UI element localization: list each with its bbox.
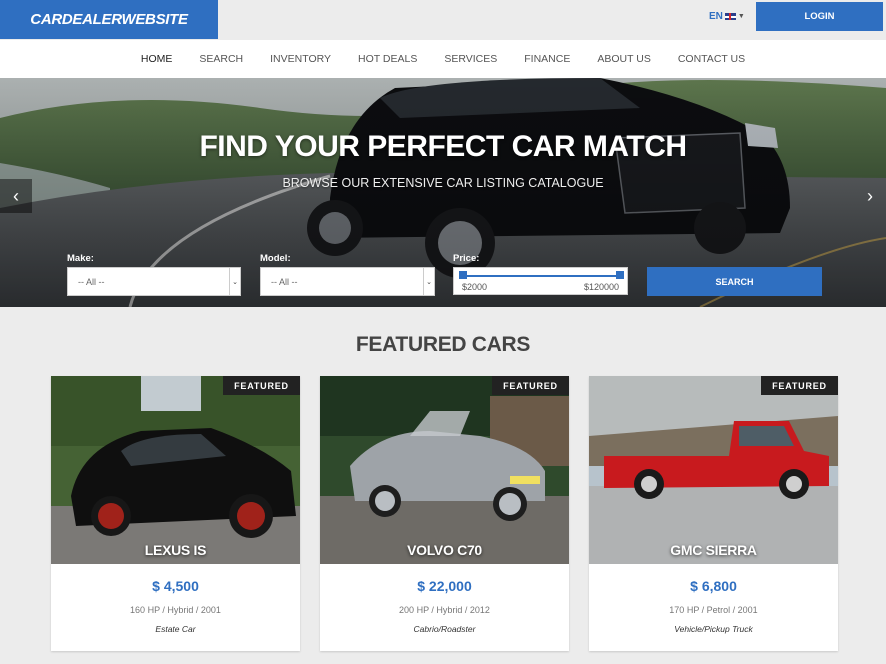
nav-search[interactable]: SEARCH bbox=[199, 53, 243, 65]
chevron-left-icon[interactable]: ‹ bbox=[0, 179, 32, 213]
nav-hot-deals[interactable]: HOT DEALS bbox=[358, 53, 417, 65]
featured-badge: FEATURED bbox=[492, 376, 569, 395]
main-nav: HOME SEARCH INVENTORY HOT DEALS SERVICES… bbox=[0, 40, 886, 78]
price-label: Price: bbox=[453, 253, 480, 264]
car-card-lexus[interactable]: FEATURED LEXUS IS $ 4,500 160 HP / Hybri… bbox=[51, 376, 300, 651]
featured-badge: FEATURED bbox=[223, 376, 300, 395]
hero-subtitle: BROWSE OUR EXTENSIVE CAR LISTING CATALOG… bbox=[282, 176, 604, 190]
nav-about-us[interactable]: ABOUT US bbox=[597, 53, 650, 65]
car-image[interactable]: FEATURED LEXUS IS bbox=[51, 376, 300, 564]
car-type: Cabrio/Roadster bbox=[413, 624, 476, 634]
car-photo bbox=[589, 376, 838, 564]
make-select[interactable]: -- All -- ⌄ bbox=[67, 267, 241, 296]
logo-text: CARDEALERWEBSITE bbox=[30, 11, 188, 28]
nav-finance[interactable]: FINANCE bbox=[524, 53, 570, 65]
car-image[interactable]: FEATURED GMC SIERRA bbox=[589, 376, 838, 564]
car-name: LEXUS IS bbox=[144, 542, 207, 558]
hero-slider: FIND YOUR PERFECT CAR MATCH BROWSE OUR E… bbox=[0, 78, 886, 307]
price-max-value: $120000 bbox=[583, 282, 619, 292]
language-selector[interactable]: EN ▼ bbox=[709, 11, 745, 22]
login-button[interactable]: LOGIN bbox=[756, 2, 883, 31]
car-image[interactable]: FEATURED VOLVO C70 bbox=[320, 376, 569, 564]
car-card-volvo[interactable]: FEATURED VOLVO C70 $ 22,000 200 HP / Hyb… bbox=[320, 376, 569, 651]
car-photo bbox=[320, 376, 569, 564]
car-specs: 200 HP / Hybrid / 2012 bbox=[399, 605, 490, 615]
site-logo[interactable]: CARDEALERWEBSITE bbox=[0, 0, 218, 39]
chevron-right-icon[interactable]: › bbox=[854, 179, 886, 213]
make-select-value: -- All -- bbox=[78, 276, 105, 287]
price-min-value: $2000 bbox=[462, 282, 488, 292]
model-select-value: -- All -- bbox=[271, 276, 298, 287]
car-specs: 160 HP / Hybrid / 2001 bbox=[130, 605, 221, 615]
car-name: VOLVO C70 bbox=[407, 542, 482, 558]
uk-flag-icon bbox=[724, 13, 736, 20]
car-photo bbox=[51, 376, 300, 564]
car-name: GMC SIERRA bbox=[670, 542, 757, 558]
model-select[interactable]: -- All -- ⌄ bbox=[260, 267, 435, 296]
car-price: $ 4,500 bbox=[152, 578, 199, 594]
make-label: Make: bbox=[67, 253, 94, 264]
caret-down-icon: ▼ bbox=[737, 13, 745, 20]
model-label: Model: bbox=[260, 253, 291, 264]
nav-home[interactable]: HOME bbox=[141, 53, 173, 65]
chevron-down-icon: ⌄ bbox=[423, 268, 434, 295]
nav-contact-us[interactable]: CONTACT US bbox=[678, 53, 745, 65]
hero-title: FIND YOUR PERFECT CAR MATCH bbox=[199, 130, 687, 163]
nav-inventory[interactable]: INVENTORY bbox=[270, 53, 331, 65]
price-range-slider[interactable]: $2000 $120000 bbox=[453, 267, 628, 295]
car-type: Estate Car bbox=[155, 624, 196, 634]
chevron-down-icon: ⌄ bbox=[229, 268, 240, 295]
car-specs: 170 HP / Petrol / 2001 bbox=[669, 605, 758, 615]
nav-services[interactable]: SERVICES bbox=[444, 53, 497, 65]
price-min-handle[interactable] bbox=[459, 271, 467, 279]
price-slider-track bbox=[462, 275, 620, 277]
car-card-gmc[interactable]: FEATURED GMC SIERRA $ 6,800 170 HP / Pet… bbox=[589, 376, 838, 651]
car-type: Vehicle/Pickup Truck bbox=[674, 624, 753, 634]
featured-title: FEATURED CARS bbox=[355, 333, 531, 356]
featured-badge: FEATURED bbox=[761, 376, 838, 395]
price-max-handle[interactable] bbox=[616, 271, 624, 279]
language-code: EN bbox=[709, 11, 723, 22]
car-price: $ 22,000 bbox=[417, 578, 472, 594]
car-price: $ 6,800 bbox=[690, 578, 737, 594]
search-button[interactable]: SEARCH bbox=[647, 267, 822, 296]
